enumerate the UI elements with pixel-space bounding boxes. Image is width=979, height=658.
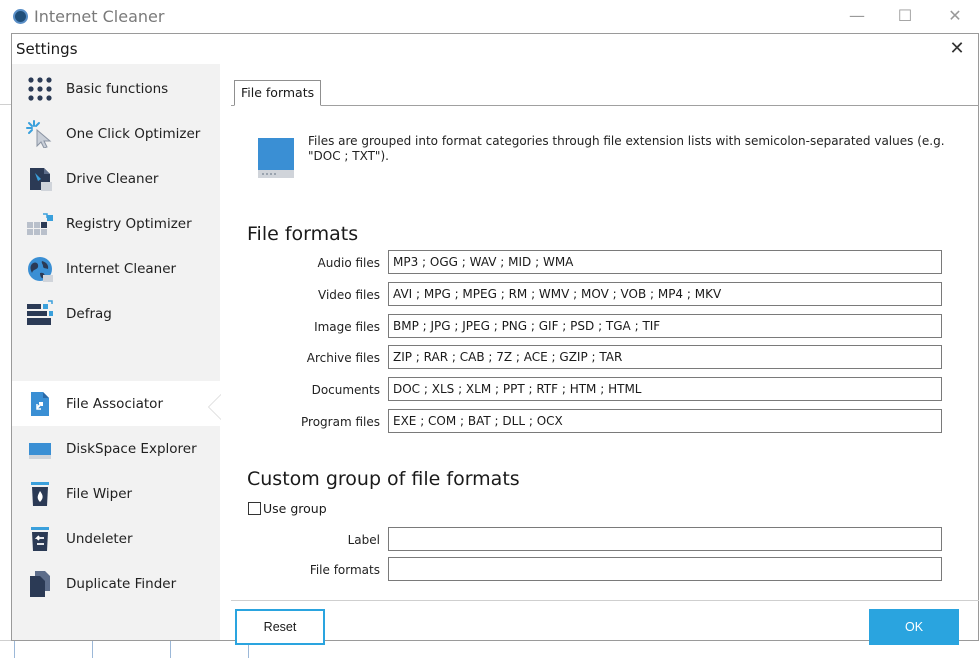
sidebar-item-drive-cleaner[interactable]: Drive Cleaner <box>12 156 220 201</box>
background-segment <box>170 641 171 658</box>
background-segment <box>92 641 93 658</box>
tab-file-formats[interactable]: File formats <box>234 80 322 106</box>
tab-strip-divider <box>231 105 979 106</box>
sidebar-item-internet-cleaner[interactable]: Internet Cleaner <box>12 246 220 291</box>
video-files-label: Video files <box>318 288 380 302</box>
disk-info-icon <box>258 138 294 178</box>
sidebar-item-defrag[interactable]: Defrag <box>12 291 220 336</box>
settings-sidebar: Basic functions One Click Optimizer Driv… <box>12 64 220 640</box>
video-files-input[interactable] <box>388 282 942 306</box>
program-files-input[interactable] <box>388 409 942 433</box>
registry-blocks-icon <box>27 212 53 235</box>
grid-dots-icon <box>28 76 52 101</box>
sidebar-item-undeleter[interactable]: Undeleter <box>12 516 220 561</box>
outer-close-icon[interactable]: ✕ <box>940 5 970 27</box>
sidebar-item-file-wiper[interactable]: File Wiper <box>12 471 220 516</box>
dialog-titlebar: Settings ✕ <box>12 34 978 64</box>
sidebar-item-label: Basic functions <box>66 80 169 97</box>
section-heading-custom-group: Custom group of file formats <box>247 468 520 490</box>
background-segment <box>14 641 15 658</box>
background-bottom-strip <box>0 640 979 658</box>
trash-restore-icon <box>31 526 49 551</box>
duplicate-files-icon <box>30 570 50 597</box>
defrag-blocks-icon <box>27 299 53 325</box>
disk-icon <box>29 442 51 459</box>
maximize-icon[interactable]: ☐ <box>890 5 920 27</box>
close-icon[interactable]: ✕ <box>946 38 968 60</box>
sidebar-item-file-associator[interactable]: File Associator <box>12 381 220 426</box>
sidebar-item-label: DiskSpace Explorer <box>66 440 197 457</box>
sidebar-item-label: File Wiper <box>66 485 133 502</box>
drive-cleaner-icon <box>30 167 52 191</box>
minimize-icon[interactable]: — <box>842 5 872 27</box>
trash-flame-icon <box>31 481 49 506</box>
sidebar-item-label: Defrag <box>66 305 112 322</box>
section-heading-file-formats: File formats <box>247 223 359 245</box>
sidebar-item-duplicate-finder[interactable]: Duplicate Finder <box>12 561 220 606</box>
active-item-pointer <box>209 395 221 419</box>
documents-label: Documents <box>311 383 380 397</box>
archive-files-input[interactable] <box>388 345 942 369</box>
info-description: Files are grouped into format categories… <box>308 134 945 163</box>
custom-label-label: Label <box>347 533 380 547</box>
sidebar-item-label: Undeleter <box>66 530 133 547</box>
outer-window-titlebar: Internet Cleaner — ☐ ✕ <box>0 0 979 33</box>
sidebar-item-registry-optimizer[interactable]: Registry Optimizer <box>12 201 220 246</box>
sidebar-item-label: Internet Cleaner <box>66 260 177 277</box>
cursor-sparkle-icon <box>26 119 52 148</box>
file-associator-icon <box>31 391 49 416</box>
ok-button[interactable]: OK <box>869 609 959 645</box>
sidebar-item-label: Drive Cleaner <box>66 170 159 187</box>
checkbox-box[interactable] <box>248 502 261 515</box>
custom-label-input[interactable] <box>388 527 942 551</box>
sidebar-item-one-click-optimizer[interactable]: One Click Optimizer <box>12 111 220 156</box>
audio-files-label: Audio files <box>317 256 380 270</box>
documents-input[interactable] <box>388 377 942 401</box>
footer-divider <box>231 600 979 601</box>
reset-button[interactable]: Reset <box>235 609 325 645</box>
outer-window-title: Internet Cleaner <box>34 7 165 26</box>
image-files-input[interactable] <box>388 314 942 338</box>
program-files-label: Program files <box>301 415 380 429</box>
image-files-label: Image files <box>314 320 380 334</box>
custom-file-formats-label: File formats <box>309 563 380 577</box>
sidebar-item-diskspace-explorer[interactable]: DiskSpace Explorer <box>12 426 220 471</box>
use-group-checkbox[interactable]: Use group <box>248 501 327 516</box>
sidebar-item-label: File Associator <box>66 395 163 412</box>
sidebar-item-label: Duplicate Finder <box>66 575 177 592</box>
use-group-label: Use group <box>263 501 327 516</box>
archive-files-label: Archive files <box>306 351 380 365</box>
app-logo-icon <box>13 9 28 24</box>
sidebar-item-label: Registry Optimizer <box>66 215 192 232</box>
sidebar-item-basic-functions[interactable]: Basic functions <box>12 66 220 111</box>
settings-dialog: Settings ✕ Basic functions One Click Opt… <box>11 33 979 645</box>
dialog-title: Settings <box>16 40 78 58</box>
custom-file-formats-input[interactable] <box>388 557 942 581</box>
audio-files-input[interactable] <box>388 250 942 274</box>
sidebar-item-label: One Click Optimizer <box>66 125 201 142</box>
globe-icon <box>28 256 53 282</box>
